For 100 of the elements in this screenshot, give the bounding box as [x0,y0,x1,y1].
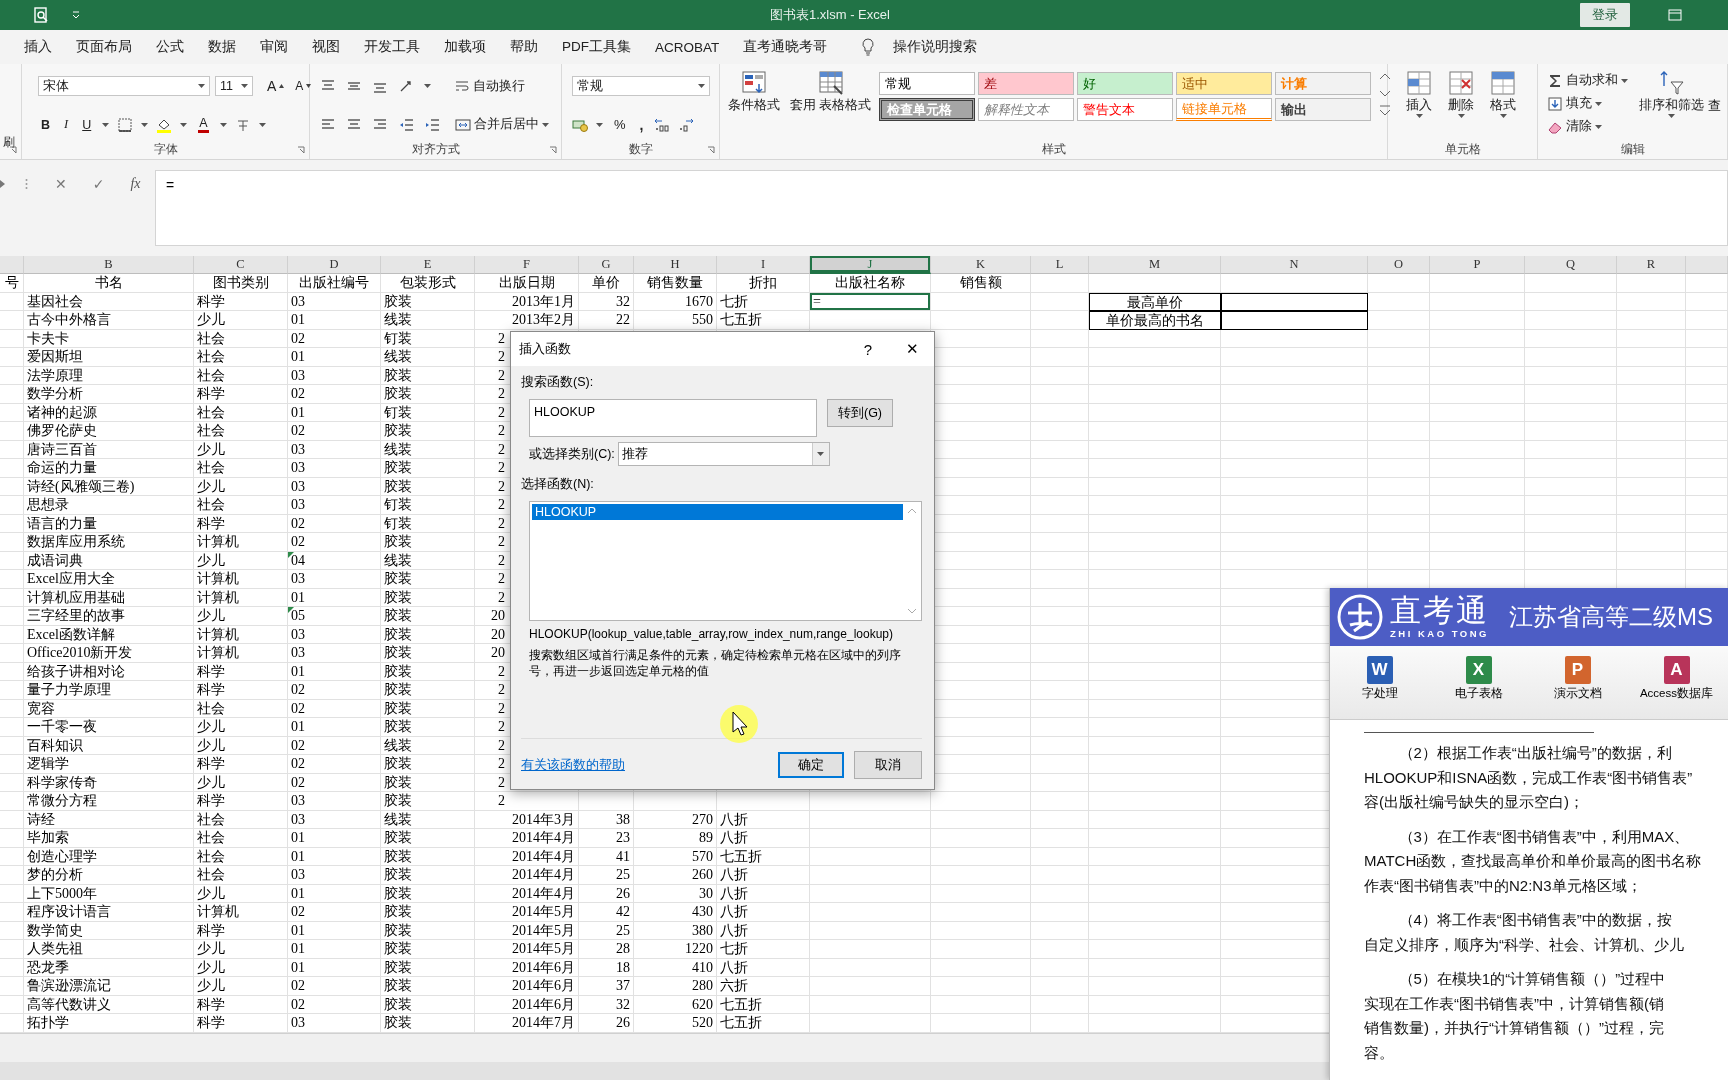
table-cell[interactable]: 02 [288,533,381,552]
table-cell[interactable]: 线装 [381,736,475,755]
table-cell[interactable]: 科学家传奇 [24,773,194,792]
format-painter-button[interactable]: 刷 [3,134,15,151]
column-header[interactable]: D [288,256,381,274]
table-cell[interactable]: Office2010新开发 [24,644,194,663]
menu-tab[interactable]: ACROBAT [643,33,732,61]
table-cell[interactable]: 胶装 [381,884,475,903]
wrap-text-button[interactable]: 自动换行 [451,75,528,97]
table-cell[interactable]: 社会 [194,422,288,441]
table-cell[interactable]: 少儿 [194,607,288,626]
menu-tab[interactable]: PDF工具集 [550,32,643,62]
table-cell[interactable]: 01 [288,921,381,940]
table-cell[interactable]: 550 [634,311,717,330]
search-field[interactable]: HLOOKUP [529,399,817,437]
column-header[interactable]: N [1221,256,1368,274]
help-button[interactable]: ? [846,338,890,360]
table-cell[interactable]: 23 [579,829,634,848]
format-as-table-button[interactable]: 套用 表格格式 [788,70,874,141]
function-list-item[interactable]: HLOOKUP [532,504,903,520]
cancel-button[interactable]: 取消 [854,751,922,779]
table-cell[interactable]: 02 [288,422,381,441]
table-cell[interactable]: 2014年4月 [475,847,579,866]
table-cell[interactable]: 一千零一夜 [24,718,194,737]
table-cell[interactable]: 2014年5月 [475,940,579,959]
table-cell[interactable]: 法学原理 [24,366,194,385]
cell-style[interactable]: 适中 [1176,72,1273,95]
table-cell[interactable]: 七五折 [717,995,810,1014]
table-cell[interactable]: 古今中外格言 [24,311,194,330]
ok-button[interactable]: 确定 [778,752,844,778]
table-cell[interactable]: 创造心理学 [24,847,194,866]
table-cell[interactable]: 2014年7月 [475,1014,579,1033]
table-cell[interactable]: 社会 [194,496,288,515]
table-cell[interactable]: 42 [579,903,634,922]
table-cell[interactable]: 胶装 [381,921,475,940]
table-cell[interactable]: 科学 [194,662,288,681]
table-cell[interactable]: 02 [288,977,381,996]
table-cell[interactable]: 百科知识 [24,736,194,755]
table-cell[interactable]: 逻辑学 [24,755,194,774]
table-cell[interactable]: 钉装 [381,514,475,533]
table-cell[interactable]: 销售额 [931,274,1031,293]
table-cell[interactable]: 03 [288,496,381,515]
table-cell[interactable]: 2014年5月 [475,903,579,922]
table-cell[interactable]: 八折 [717,958,810,977]
clear-button[interactable]: 清除 [1544,116,1631,137]
cells-button[interactable]: 格式 [1488,70,1518,141]
table-cell[interactable]: 爱因斯坦 [24,348,194,367]
app-button[interactable]: X 电子表格 [1429,646,1528,719]
table-cell[interactable]: 八折 [717,866,810,885]
menu-tab[interactable]: 插入 [12,32,64,62]
table-cell[interactable]: 科学 [194,385,288,404]
table-cell[interactable]: 02 [288,773,381,792]
go-button[interactable]: 转到(G) [827,399,893,427]
table-cell[interactable]: 520 [634,1014,717,1033]
table-cell[interactable]: 诗经 [24,810,194,829]
table-cell[interactable]: 线装 [381,348,475,367]
table-cell[interactable]: 少儿 [194,977,288,996]
table-cell[interactable]: 卡夫卡 [24,329,194,348]
table-cell[interactable]: 01 [288,662,381,681]
italic-button[interactable]: I [61,115,72,135]
table-cell[interactable]: 1220 [634,940,717,959]
table-cell[interactable]: 单价 [579,274,634,293]
close-button[interactable]: ✕ [890,338,934,360]
table-cell[interactable]: 32 [579,995,634,1014]
table-cell[interactable]: 计算机 [194,644,288,663]
table-cell[interactable]: 2014年4月 [475,866,579,885]
table-cell[interactable]: 胶装 [381,681,475,700]
menu-tab[interactable]: 审阅 [248,32,300,62]
cell-style[interactable]: 输出 [1275,98,1372,121]
column-header[interactable]: L [1031,256,1089,274]
table-cell[interactable]: 科学 [194,921,288,940]
table-cell[interactable]: 胶装 [381,1014,475,1033]
table-cell[interactable]: 01 [288,884,381,903]
table-cell[interactable]: 六折 [717,977,810,996]
table-cell[interactable]: 05 [288,607,381,626]
table-cell[interactable]: 计算机 [194,588,288,607]
cell-style[interactable]: 常规 [879,72,976,95]
table-cell[interactable]: 胶装 [381,903,475,922]
table-cell[interactable]: 出版日期 [475,274,579,293]
column-header[interactable]: Q [1525,256,1617,274]
merge-center-button[interactable]: 合并后居中 [452,114,552,136]
table-cell[interactable]: = [810,292,931,311]
table-cell[interactable]: 2014年5月 [475,921,579,940]
table-cell[interactable]: 30 [634,884,717,903]
table-cell[interactable]: 03 [288,866,381,885]
table-cell[interactable]: 32 [579,292,634,311]
table-cell[interactable]: 02 [288,699,381,718]
table-cell[interactable]: 图书类别 [194,274,288,293]
table-cell[interactable]: 线装 [381,440,475,459]
table-cell[interactable]: 26 [579,1014,634,1033]
cell-style[interactable]: 警告文本 [1077,98,1174,121]
table-cell[interactable]: Excel应用大全 [24,570,194,589]
table-cell[interactable]: 程序设计语言 [24,903,194,922]
table-cell[interactable]: 科学 [194,755,288,774]
enter-button[interactable]: ✓ [89,174,108,194]
table-cell[interactable]: 八折 [717,921,810,940]
table-cell[interactable]: 02 [288,385,381,404]
sort-filter-button[interactable]: 排序和筛选 [1637,70,1706,141]
table-cell[interactable]: 胶装 [381,366,475,385]
table-cell[interactable]: 胶装 [381,755,475,774]
